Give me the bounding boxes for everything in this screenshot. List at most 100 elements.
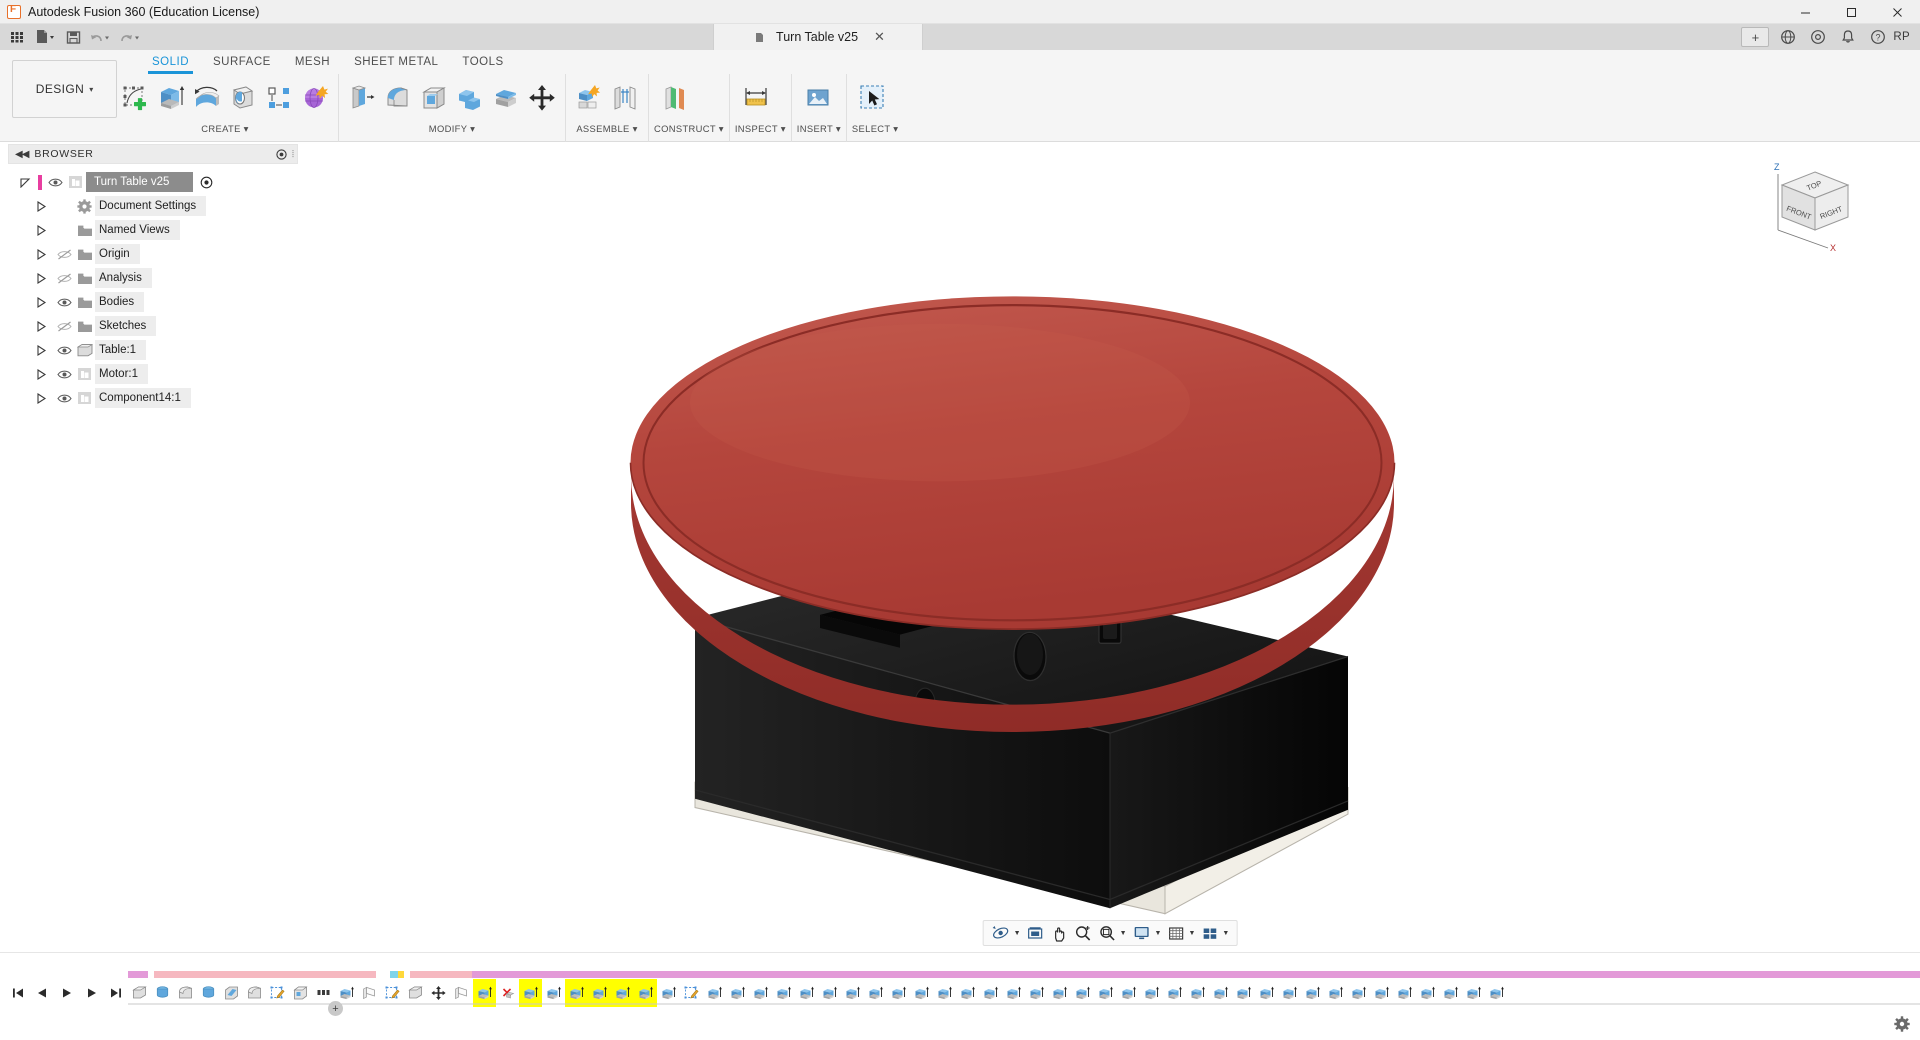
redo-icon[interactable] <box>116 25 146 49</box>
tree-row-analysis[interactable]: Analysis <box>0 266 300 290</box>
panel-modify-label[interactable]: MODIFY ▾ <box>344 122 560 136</box>
viewports-icon[interactable] <box>1198 921 1221 945</box>
insert-button[interactable] <box>797 76 839 120</box>
visibility-eye-icon[interactable] <box>54 297 74 308</box>
visibility-eye-hidden-icon[interactable] <box>54 321 74 332</box>
panel-assemble-label[interactable]: ASSEMBLE ▾ <box>571 122 643 136</box>
document-tab-close-icon[interactable]: ✕ <box>874 29 885 45</box>
expand-arrow-icon[interactable] <box>36 392 54 404</box>
timeline-add-marker-button[interactable]: + <box>328 1001 343 1016</box>
timeline-go-start-button[interactable] <box>6 980 30 1006</box>
tab-tools[interactable]: TOOLS <box>450 52 515 73</box>
globe-icon[interactable] <box>1773 24 1803 50</box>
help-icon[interactable]: ? <box>1863 24 1893 50</box>
tree-row-sketches[interactable]: Sketches <box>0 314 300 338</box>
apps-grid-icon[interactable] <box>4 25 30 49</box>
browser-grip-icon[interactable]: ⦙ <box>289 149 297 160</box>
expand-arrow-icon[interactable] <box>36 224 54 236</box>
timeline-step-back-button[interactable] <box>31 980 55 1006</box>
measure-button[interactable] <box>735 76 777 120</box>
create-sketch-button[interactable] <box>117 76 153 120</box>
activate-component-icon[interactable] <box>197 176 215 189</box>
visibility-eye-icon[interactable] <box>45 177 65 188</box>
notifications-icon[interactable] <box>1833 24 1863 50</box>
help-extension-icon[interactable] <box>1803 24 1833 50</box>
tab-sheet-metal[interactable]: SHEET METAL <box>342 52 450 73</box>
panel-create-label[interactable]: CREATE ▾ <box>117 122 333 136</box>
expand-arrow-icon[interactable] <box>36 200 54 212</box>
zoom-window-icon[interactable] <box>1096 921 1119 945</box>
chevron-down-icon[interactable]: ▼ <box>1188 930 1197 937</box>
visibility-eye-icon[interactable] <box>54 369 74 380</box>
pattern-button[interactable] <box>261 76 297 120</box>
timeline-step-forward-button[interactable] <box>80 980 104 1006</box>
turn-table-model[interactable] <box>300 142 1920 952</box>
move-copy-button[interactable] <box>524 76 560 120</box>
tree-row-named-views[interactable]: Named Views <box>0 218 300 242</box>
panel-inspect-label[interactable]: INSPECT ▾ <box>735 122 786 136</box>
chevron-down-icon[interactable]: ▼ <box>1222 930 1231 937</box>
expand-arrow-icon[interactable] <box>36 272 54 284</box>
tree-row-table[interactable]: Table:1 <box>0 338 300 362</box>
new-tab-button[interactable]: + <box>1741 27 1770 47</box>
save-icon[interactable] <box>60 25 86 49</box>
chevron-down-icon[interactable]: ▼ <box>1155 930 1164 937</box>
sweep-button[interactable] <box>225 76 261 120</box>
tree-row-component14[interactable]: Component14:1 <box>0 386 300 410</box>
tab-solid[interactable]: SOLID <box>140 52 201 74</box>
timeline-play-button[interactable] <box>55 980 79 1006</box>
fit-button[interactable] <box>1024 921 1047 945</box>
expand-arrow-icon[interactable] <box>36 320 54 332</box>
tree-row-motor[interactable]: Motor:1 <box>0 362 300 386</box>
tree-row-document-settings[interactable]: Document Settings <box>0 194 300 218</box>
extrude-button[interactable] <box>153 76 189 120</box>
visibility-eye-hidden-icon[interactable] <box>54 249 74 260</box>
zoom-icon[interactable] <box>1072 921 1095 945</box>
timeline-go-end-button[interactable] <box>104 980 128 1006</box>
select-button[interactable] <box>852 76 894 120</box>
chevron-down-icon[interactable]: ▼ <box>1120 930 1129 937</box>
expand-arrow-icon[interactable] <box>20 177 38 188</box>
panel-select-label[interactable]: SELECT ▾ <box>852 122 898 136</box>
timeline-track[interactable]: + <box>128 971 1920 1016</box>
visibility-eye-hidden-icon[interactable] <box>54 273 74 284</box>
visibility-eye-icon[interactable] <box>54 393 74 404</box>
grid-snaps-icon[interactable] <box>1164 921 1187 945</box>
tab-mesh[interactable]: MESH <box>283 52 342 73</box>
browser-options-icon[interactable] <box>273 148 289 160</box>
expand-arrow-icon[interactable] <box>36 296 54 308</box>
offset-plane-button[interactable] <box>654 76 696 120</box>
document-tab[interactable]: Turn Table v25 ✕ <box>713 24 923 50</box>
expand-arrow-icon[interactable] <box>36 344 54 356</box>
browser-collapse-icon[interactable]: ◀◀ <box>9 149 34 160</box>
shell-button[interactable] <box>416 76 452 120</box>
chevron-down-icon[interactable]: ▼ <box>1014 930 1023 937</box>
revolve-button[interactable] <box>189 76 225 120</box>
timeline-settings-gear-icon[interactable] <box>1892 1014 1912 1034</box>
workspace-selector[interactable]: DESIGN ▾ <box>12 60 117 118</box>
visibility-eye-icon[interactable] <box>54 345 74 356</box>
new-document-icon[interactable] <box>30 25 60 49</box>
panel-insert-label[interactable]: INSERT ▾ <box>797 122 841 136</box>
joint-button[interactable] <box>607 76 643 120</box>
pan-hand-icon[interactable] <box>1048 921 1071 945</box>
maximize-button[interactable] <box>1828 0 1874 24</box>
fillet-button[interactable] <box>380 76 416 120</box>
minimize-button[interactable] <box>1782 0 1828 24</box>
expand-arrow-icon[interactable] <box>36 368 54 380</box>
close-button[interactable] <box>1874 0 1920 24</box>
offset-face-button[interactable] <box>488 76 524 120</box>
display-settings-icon[interactable] <box>1130 921 1154 945</box>
undo-icon[interactable] <box>86 25 116 49</box>
tree-row-origin[interactable]: Origin <box>0 242 300 266</box>
expand-arrow-icon[interactable] <box>36 248 54 260</box>
orbit-button[interactable] <box>989 921 1013 945</box>
model-canvas[interactable]: Z X TOP FRONT RIGHT ▼ ▼ ▼ ▼ ▼ <box>300 142 1920 952</box>
create-form-button[interactable] <box>297 76 333 120</box>
panel-construct-label[interactable]: CONSTRUCT ▾ <box>654 122 724 136</box>
new-component-button[interactable] <box>571 76 607 120</box>
tree-row-bodies[interactable]: Bodies <box>0 290 300 314</box>
tree-row-turn-table[interactable]: Turn Table v25 <box>0 170 300 194</box>
tab-surface[interactable]: SURFACE <box>201 52 283 73</box>
combine-button[interactable] <box>452 76 488 120</box>
